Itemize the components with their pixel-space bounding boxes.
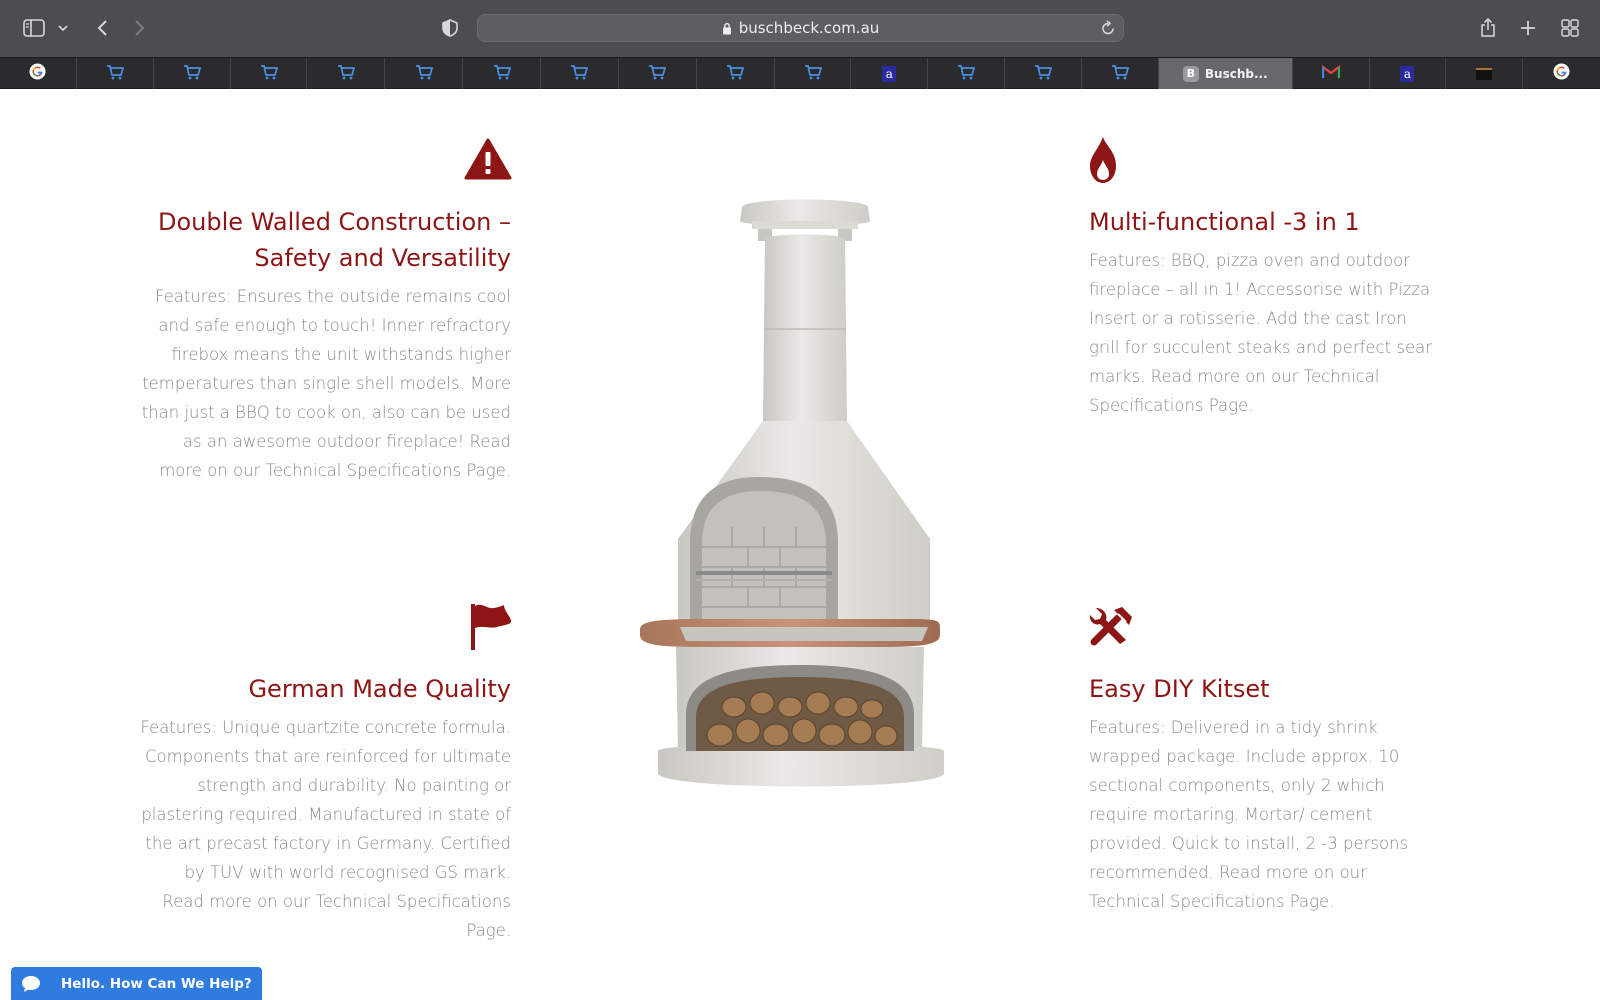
- site-favicon-icon: [1476, 67, 1493, 80]
- feature-title-line-2: Safety and Versatility: [254, 244, 511, 272]
- chevron-down-icon[interactable]: [56, 14, 70, 42]
- privacy-shield-icon[interactable]: [440, 14, 460, 42]
- active-tab-label: Buschb...: [1204, 66, 1268, 81]
- product-image: [640, 199, 944, 787]
- cart-icon: [804, 64, 822, 84]
- feature-multi-functional: Multi-functional -3 in 1 Features: BBQ, …: [1089, 204, 1439, 420]
- tab-gmail[interactable]: [1293, 58, 1370, 89]
- url-text: buschbeck.com.au: [738, 19, 880, 37]
- tab-shop[interactable]: [619, 58, 697, 89]
- amazon-favicon-icon: a: [882, 65, 897, 82]
- lock-icon: [722, 22, 732, 35]
- cart-icon: [183, 64, 201, 84]
- tab-shop[interactable]: [385, 58, 464, 89]
- chat-widget-button[interactable]: Hello. How Can We Help?: [11, 967, 262, 1000]
- share-icon[interactable]: [1478, 14, 1498, 42]
- cart-icon: [415, 64, 433, 84]
- reload-icon[interactable]: [1101, 20, 1115, 40]
- feature-title-line-1: Double Walled Construction –: [158, 208, 511, 236]
- feature-german-made: German Made Quality Features: Unique qua…: [140, 671, 511, 945]
- cart-icon: [493, 64, 511, 84]
- feature-easy-diy: Easy DIY Kitset Features: Delivered in a…: [1089, 671, 1439, 916]
- cart-icon: [957, 64, 976, 84]
- address-bar[interactable]: buschbeck.com.au: [477, 14, 1124, 42]
- tab-buschbeck-active[interactable]: B Buschb...: [1158, 58, 1293, 89]
- tab-google[interactable]: [0, 58, 77, 89]
- tab-shop[interactable]: [1005, 58, 1083, 89]
- flame-icon: [1088, 136, 1118, 188]
- tab-shop[interactable]: [463, 58, 542, 89]
- cart-icon: [260, 64, 278, 84]
- chat-bubble-icon: [21, 975, 45, 993]
- cart-icon: [337, 64, 355, 84]
- feature-description: Features: Delivered in a tidy shrink wra…: [1089, 718, 1409, 911]
- buschbeck-favicon-icon: B: [1182, 65, 1199, 82]
- feature-description: Features: Ensures the outside remains co…: [141, 287, 511, 480]
- tab-shop[interactable]: [775, 58, 852, 89]
- new-tab-button[interactable]: [1518, 14, 1538, 42]
- tab-strip: a B Buschb... a: [0, 57, 1600, 89]
- gmail-favicon-icon: [1321, 64, 1340, 83]
- tab-shop[interactable]: [928, 58, 1006, 89]
- cart-icon: [106, 64, 124, 84]
- feature-title: Multi-functional -3 in 1: [1089, 208, 1360, 236]
- google-favicon-icon: [29, 63, 46, 84]
- warning-icon: [464, 138, 512, 184]
- tab-amazon[interactable]: a: [851, 58, 929, 89]
- feature-double-walled: Double Walled Construction – Safety and …: [140, 204, 511, 485]
- cart-icon: [726, 64, 745, 84]
- feature-description: Features: Unique quartzite concrete form…: [140, 718, 511, 940]
- tab-amazon[interactable]: a: [1370, 58, 1447, 89]
- tab-shop[interactable]: [154, 58, 231, 89]
- tab-shop[interactable]: [307, 58, 386, 89]
- browser-toolbar: buschbeck.com.au: [0, 0, 1600, 57]
- cart-icon: [1111, 64, 1130, 84]
- chat-label: Hello. How Can We Help?: [61, 975, 252, 992]
- tab-google[interactable]: [1523, 58, 1600, 89]
- feature-description: Features: BBQ, pizza oven and outdoor fi…: [1089, 251, 1432, 415]
- tools-icon: [1088, 606, 1134, 652]
- tab-shop[interactable]: [77, 58, 154, 89]
- back-button[interactable]: [92, 14, 112, 42]
- cart-icon: [648, 64, 667, 84]
- tab-shop[interactable]: [697, 58, 775, 89]
- feature-title: German Made Quality: [248, 675, 511, 703]
- cart-icon: [570, 64, 589, 84]
- tab-shop[interactable]: [231, 58, 308, 89]
- feature-title: Double Walled Construction – Safety and …: [140, 204, 511, 276]
- forward-button[interactable]: [130, 14, 150, 42]
- flag-icon: [470, 603, 512, 655]
- tab-shop[interactable]: [541, 58, 619, 89]
- tab-shop[interactable]: [1082, 58, 1159, 89]
- tab-overview-icon[interactable]: [1560, 14, 1580, 42]
- sidebar-toggle-icon[interactable]: [22, 14, 46, 42]
- amazon-favicon-icon: a: [1400, 65, 1415, 82]
- feature-title: Easy DIY Kitset: [1089, 675, 1270, 703]
- tab-site[interactable]: [1446, 58, 1524, 89]
- google-favicon-icon: [1553, 63, 1570, 84]
- cart-icon: [1034, 64, 1053, 84]
